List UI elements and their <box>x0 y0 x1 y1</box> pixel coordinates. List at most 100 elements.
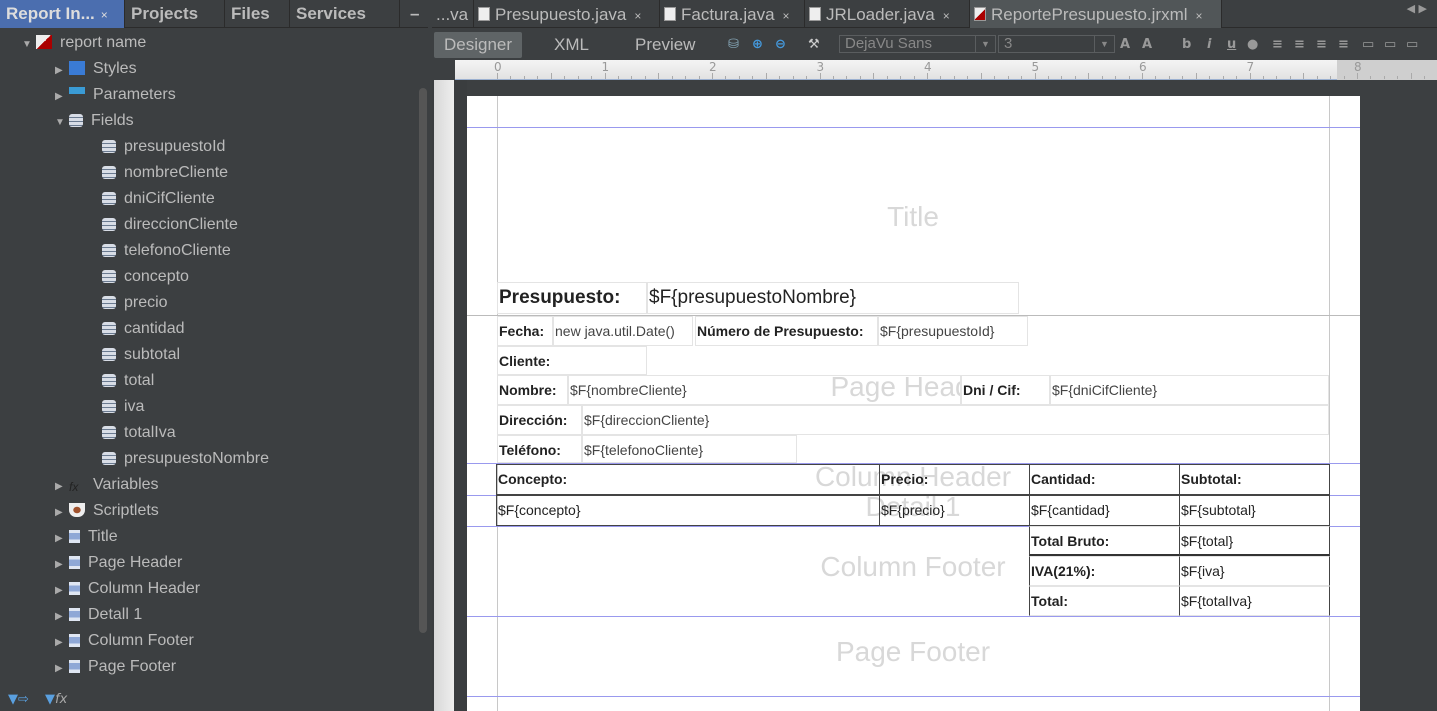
tree-node[interactable]: concepto <box>100 264 189 290</box>
presupuesto-id-field[interactable]: $F{presupuestoId} <box>878 316 1028 346</box>
cantidad-header[interactable]: Cantidad: <box>1029 464 1180 495</box>
collapse-arrow-icon[interactable]: ▶ <box>55 630 67 656</box>
collapse-arrow-icon[interactable]: ▶ <box>55 578 67 604</box>
preview-view-button[interactable]: Preview <box>625 32 705 58</box>
cliente-label[interactable]: Cliente: <box>497 346 647 375</box>
tree-node[interactable]: ▶ Page Header <box>55 550 182 576</box>
close-icon[interactable]: × <box>783 9 790 23</box>
tab-scroll-arrows-icon[interactable]: ◀ ▶ <box>1407 2 1427 15</box>
align-center-icon[interactable]: ≡ <box>1316 37 1327 52</box>
close-icon[interactable]: × <box>943 9 950 23</box>
collapse-arrow-icon[interactable]: ▶ <box>55 58 67 84</box>
tree-node[interactable]: ▶ Detall 1 <box>55 602 142 628</box>
close-icon[interactable]: × <box>1196 9 1203 23</box>
tree-node[interactable]: subtotal <box>100 342 180 368</box>
subtotal-field[interactable]: $F{subtotal} <box>1179 495 1330 526</box>
strikethrough-icon[interactable]: ● <box>1247 37 1258 52</box>
subtotal-header[interactable]: Subtotal: <box>1179 464 1330 495</box>
underline-icon[interactable]: u <box>1227 37 1236 52</box>
dni-cif-label[interactable]: Dni / Cif: <box>961 375 1050 405</box>
align-top-icon[interactable]: ▭ <box>1362 37 1374 52</box>
tab-reportepresupuesto-jrxml[interactable]: ReportePresupuesto.jrxml × <box>970 0 1222 28</box>
tree-node[interactable]: direccionCliente <box>100 212 238 238</box>
zoom-out-icon[interactable]: ⊖ <box>775 37 786 52</box>
presupuesto-nombre-field[interactable]: $F{presupuestoNombre} <box>647 282 1019 314</box>
telefono-label[interactable]: Teléfono: <box>497 435 582 463</box>
tree-node[interactable]: presupuestoNombre <box>100 446 269 472</box>
precio-field[interactable]: $F{precio} <box>879 495 1030 526</box>
presupuesto-label[interactable]: Presupuesto: <box>497 282 647 314</box>
tab-presupuesto-java[interactable]: Presupuesto.java × <box>474 0 660 28</box>
scrollbar-thumb[interactable] <box>419 88 427 633</box>
decrease-font-icon[interactable]: A <box>1142 37 1152 52</box>
font-family-combo[interactable]: DejaVu Sans ▼ <box>839 35 996 53</box>
cantidad-field[interactable]: $F{cantidad} <box>1029 495 1180 526</box>
tree-node[interactable]: telefonoCliente <box>100 238 231 264</box>
font-size-combo[interactable]: 3 ▼ <box>998 35 1115 53</box>
iva-label[interactable]: IVA(21%): <box>1029 556 1180 586</box>
expand-arrow-icon[interactable]: ▼ <box>22 32 34 58</box>
nombre-label[interactable]: Nombre: <box>497 375 568 405</box>
tab-report-inspector[interactable]: Report In... × <box>0 0 125 28</box>
tree-node[interactable]: ▼ Fields <box>55 108 134 134</box>
expand-arrow-icon[interactable]: ▼ <box>55 110 67 136</box>
total-bruto-field[interactable]: $F{total} <box>1179 526 1330 556</box>
tab-projects[interactable]: Projects <box>125 0 225 28</box>
tree-node[interactable]: nombreCliente <box>100 160 228 186</box>
filter-variables-icon[interactable]: ▼fx <box>45 692 67 707</box>
designer-view-button[interactable]: Designer <box>434 32 523 58</box>
tree-node[interactable]: ▶ Page Footer <box>55 654 176 680</box>
minimize-button[interactable]: – <box>404 0 428 28</box>
fecha-label[interactable]: Fecha: <box>497 316 553 346</box>
tree-node[interactable]: ▶ Column Header <box>55 576 200 602</box>
zoom-in-icon[interactable]: ⊕ <box>752 37 763 52</box>
total-label[interactable]: Total: <box>1029 586 1180 616</box>
telefono-cliente-field[interactable]: $F{telefonoCliente} <box>582 435 797 463</box>
collapse-arrow-icon[interactable]: ▶ <box>55 500 67 526</box>
direccion-label[interactable]: Dirección: <box>497 405 582 435</box>
bold-icon[interactable]: b <box>1182 37 1191 52</box>
close-icon[interactable]: × <box>634 9 641 23</box>
tree-node[interactable]: ▶ Styles <box>55 56 137 82</box>
tree-node[interactable]: ▶ Title <box>55 524 118 550</box>
tree-node[interactable]: ▶ Column Footer <box>55 628 194 654</box>
collapse-arrow-icon[interactable]: ▶ <box>55 474 67 500</box>
tab-files[interactable]: Files <box>225 0 290 28</box>
collapse-arrow-icon[interactable]: ▶ <box>55 552 67 578</box>
concepto-header[interactable]: Concepto: <box>496 464 880 495</box>
tree-node[interactable]: cantidad <box>100 316 185 342</box>
tree-node[interactable]: ▶ Parameters <box>55 82 176 108</box>
align-bottom-icon[interactable]: ▭ <box>1406 37 1418 52</box>
tab-factura-java[interactable]: Factura.java × <box>660 0 805 28</box>
zoom-fit-icon[interactable]: ⛁ <box>728 37 739 52</box>
tree-node[interactable]: ▶ Scriptlets <box>55 498 159 524</box>
tab-services[interactable]: Services <box>290 0 400 28</box>
collapse-arrow-icon[interactable]: ▶ <box>55 604 67 630</box>
nombre-cliente-field[interactable]: $F{nombreCliente} <box>568 375 961 405</box>
collapse-arrow-icon[interactable]: ▶ <box>55 526 67 552</box>
tree-node[interactable]: dniCifCliente <box>100 186 215 212</box>
precio-header[interactable]: Precio: <box>879 464 1030 495</box>
close-icon[interactable]: × <box>101 8 108 22</box>
align-right-icon[interactable]: ≡ <box>1338 37 1349 52</box>
tree-scrollbar[interactable] <box>418 30 428 690</box>
dni-cif-field[interactable]: $F{dniCifCliente} <box>1050 375 1329 405</box>
chevron-down-icon[interactable]: ▼ <box>1094 36 1114 52</box>
align-left-icon[interactable]: ≡ <box>1272 37 1283 52</box>
tree-node[interactable]: ▼ report name <box>22 30 146 56</box>
tree-node[interactable]: presupuestoId <box>100 134 225 160</box>
report-page[interactable]: Title Page Header Column Header Detail 1… <box>467 96 1360 711</box>
chevron-down-icon[interactable]: ▼ <box>975 36 995 52</box>
format-tools-icon[interactable]: ⚒ <box>808 37 820 52</box>
collapse-arrow-icon[interactable]: ▶ <box>55 656 67 682</box>
tree-node[interactable]: precio <box>100 290 168 316</box>
tree-node[interactable]: iva <box>100 394 144 420</box>
italic-icon[interactable]: i <box>1207 37 1211 52</box>
numero-presupuesto-label[interactable]: Número de Presupuesto: <box>695 316 878 346</box>
iva-field[interactable]: $F{iva} <box>1179 556 1330 586</box>
collapse-arrow-icon[interactable]: ▶ <box>55 84 67 110</box>
concepto-field[interactable]: $F{concepto} <box>496 495 880 526</box>
tab-jrloader-java[interactable]: JRLoader.java × <box>805 0 970 28</box>
tree-node[interactable]: totalIva <box>100 420 176 446</box>
xml-view-button[interactable]: XML <box>544 32 599 58</box>
